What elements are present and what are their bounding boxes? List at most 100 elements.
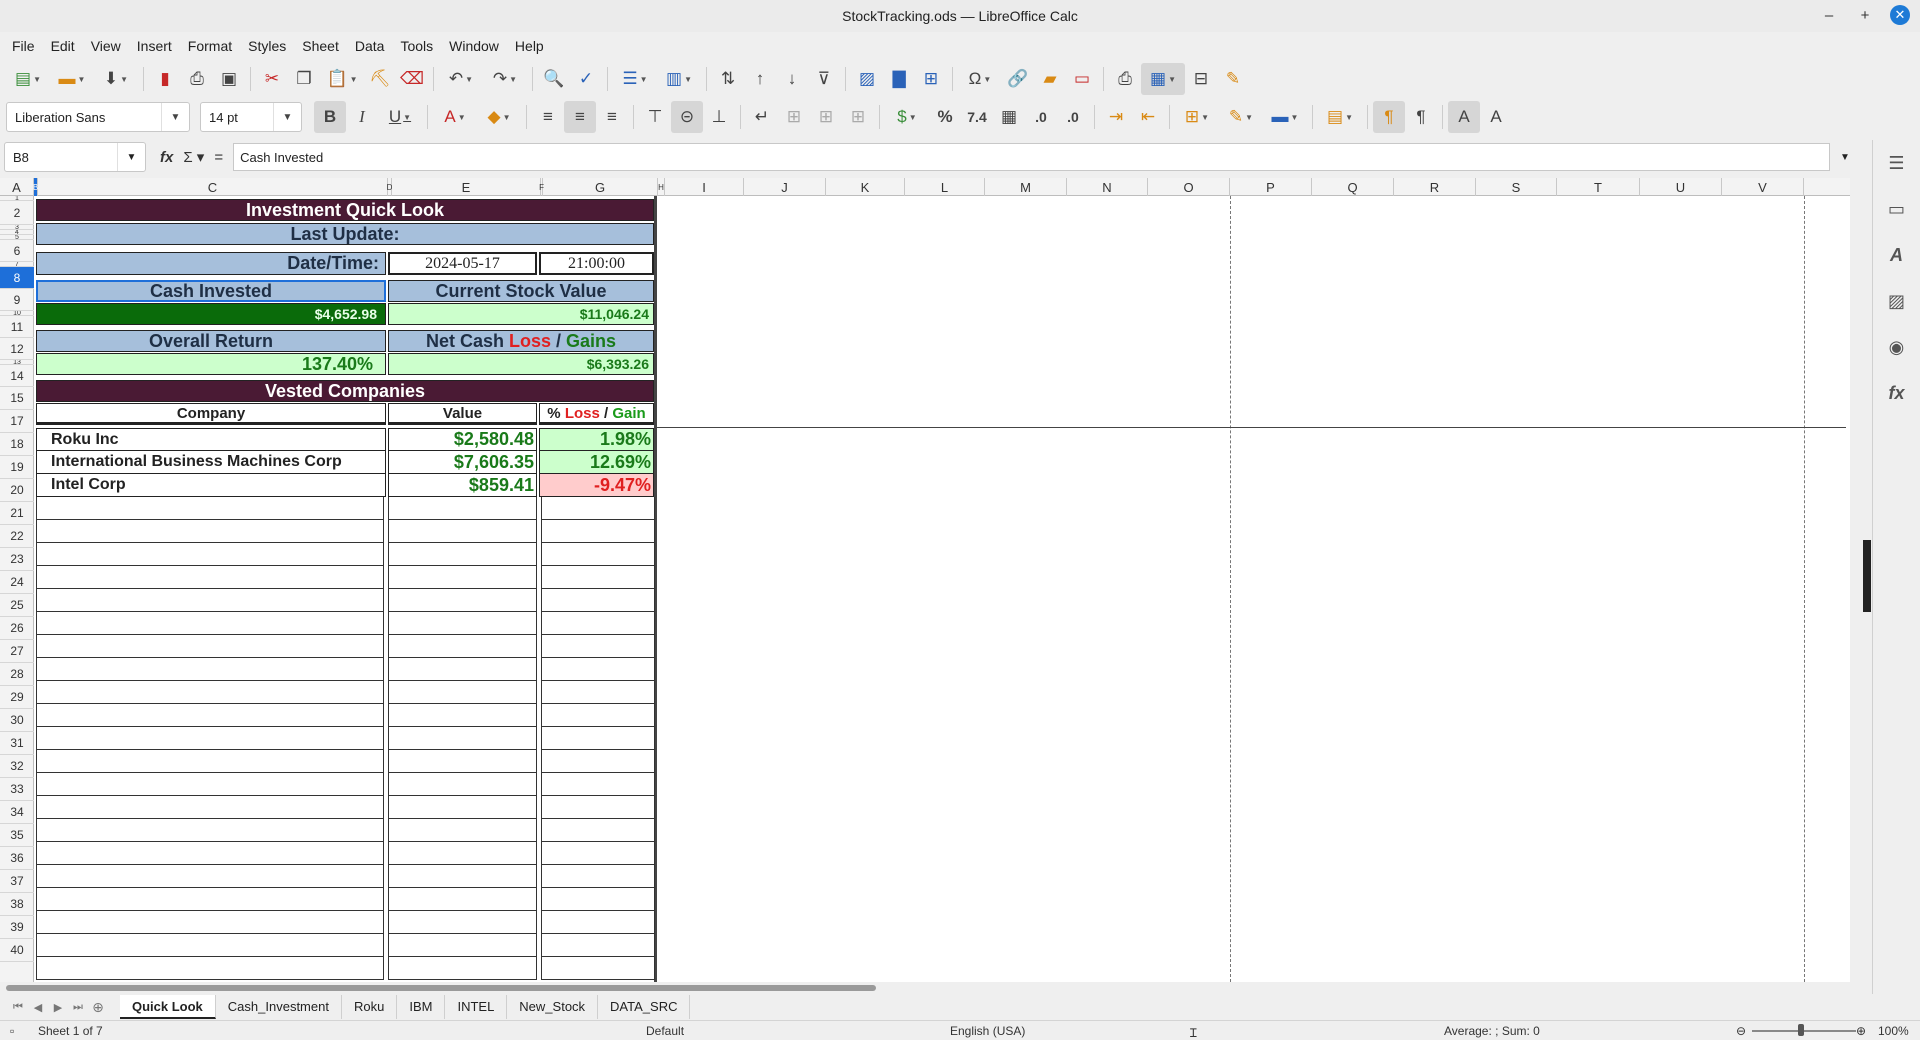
zoom-slider[interactable] — [1752, 1030, 1856, 1032]
selection-summary[interactable]: Average: ; Sum: 0 — [1444, 1024, 1540, 1038]
column-header-l[interactable]: L — [905, 178, 985, 196]
empty-table-row[interactable] — [36, 612, 656, 635]
menu-view[interactable]: View — [83, 32, 129, 60]
formula-icon[interactable]: = — [214, 149, 223, 166]
scrollbar-thumb[interactable] — [6, 985, 876, 991]
company-pct-cell[interactable]: 12.69% — [539, 451, 654, 474]
pct-column-header[interactable]: % Loss / Gain — [539, 403, 654, 425]
row-header-40[interactable]: 40 — [0, 939, 34, 962]
column-header-g[interactable]: G — [543, 178, 658, 196]
row-header-8[interactable]: 8 — [0, 267, 34, 289]
menu-data[interactable]: Data — [347, 32, 393, 60]
empty-table-row[interactable] — [36, 773, 656, 796]
column-header-r[interactable]: R — [1394, 178, 1476, 196]
row-header-14[interactable]: 14 — [0, 365, 34, 387]
current-value-label[interactable]: Current Stock Value — [388, 280, 654, 302]
company-pct-cell[interactable]: 1.98% — [539, 428, 654, 451]
row-header-22[interactable]: 22 — [0, 525, 34, 548]
chevron-down-icon[interactable]: ▼ — [117, 143, 145, 171]
formula-input[interactable]: Cash Invested — [233, 143, 1830, 171]
clear-formatting-icon[interactable]: ⌫ — [396, 63, 428, 95]
row-icon[interactable]: ☰ ▼ — [613, 63, 657, 95]
row-header-25[interactable]: 25 — [0, 594, 34, 617]
empty-table-row[interactable] — [36, 727, 656, 750]
right-to-left-icon[interactable]: ¶ — [1405, 101, 1437, 133]
row-header-26[interactable]: 26 — [0, 617, 34, 640]
undo-icon[interactable]: ↶ ▼ — [439, 63, 483, 95]
decrease-indent-icon[interactable]: ⇤ — [1132, 101, 1164, 133]
menu-help[interactable]: Help — [507, 32, 552, 60]
empty-table-row[interactable] — [36, 842, 656, 865]
empty-table-row[interactable] — [36, 934, 656, 957]
define-print-area-icon[interactable]: ⎙ — [1109, 63, 1141, 95]
empty-table-row[interactable] — [36, 957, 656, 980]
row-header-37[interactable]: 37 — [0, 870, 34, 893]
company-value-cell[interactable]: $859.41 — [388, 474, 537, 497]
date-cell[interactable]: 2024-05-17 — [388, 252, 537, 275]
column-header-k[interactable]: K — [826, 178, 905, 196]
increase-indent-icon[interactable]: ⇥ — [1100, 101, 1132, 133]
last-sheet-icon[interactable]: ⏭ — [68, 1001, 88, 1014]
sheet-tab-data-src[interactable]: DATA_SRC — [598, 995, 691, 1019]
chevron-down-icon[interactable]: ▼ — [273, 103, 301, 131]
comment-icon[interactable]: ▰ — [1034, 63, 1066, 95]
empty-table-row[interactable] — [36, 543, 656, 566]
column-header-q[interactable]: Q — [1312, 178, 1394, 196]
empty-table-row[interactable] — [36, 635, 656, 658]
empty-table-row[interactable] — [36, 681, 656, 704]
menu-file[interactable]: File — [4, 32, 43, 60]
expand-formula-bar-icon[interactable]: ▼ — [1830, 143, 1860, 171]
row-header-36[interactable]: 36 — [0, 847, 34, 870]
last-update-label[interactable]: Last Update: — [36, 223, 654, 245]
export-pdf-icon[interactable]: ▮ — [149, 63, 181, 95]
menu-styles[interactable]: Styles — [240, 32, 294, 60]
value-column-header[interactable]: Value — [388, 403, 537, 425]
empty-table-row[interactable] — [36, 865, 656, 888]
find-replace-icon[interactable]: 🔍 — [538, 63, 570, 95]
freeze-rows-columns-icon[interactable]: ▦ ▼ — [1141, 63, 1185, 95]
row-header-24[interactable]: 24 — [0, 571, 34, 594]
row-header-9[interactable]: 9 — [0, 289, 34, 311]
conditional-format-icon[interactable]: ▤ ▼ — [1318, 101, 1362, 133]
previous-sheet-icon[interactable]: ◀ — [28, 1001, 48, 1014]
sheet-tab-quick-look[interactable]: Quick Look — [120, 995, 216, 1019]
company-pct-cell[interactable]: -9.47% — [539, 474, 654, 497]
bold-icon[interactable]: B — [314, 101, 346, 133]
column-header-t[interactable]: T — [1557, 178, 1640, 196]
unmerge-cells-icon[interactable]: ⊞ — [842, 101, 874, 133]
wrap-text-icon[interactable]: ↵ — [746, 101, 778, 133]
cell-grid[interactable]: Investment Quick Look Last Update: Date/… — [34, 196, 1850, 982]
delete-decimal-icon[interactable]: .0 — [1057, 101, 1089, 133]
column-header-n[interactable]: N — [1067, 178, 1148, 196]
zoom-out-icon[interactable]: ⊖ — [1736, 1024, 1746, 1038]
net-cash-value[interactable]: $6,393.26 — [388, 353, 654, 375]
add-sheet-icon[interactable]: ⊕ — [88, 999, 108, 1016]
spelling-icon[interactable]: ✓ — [570, 63, 602, 95]
row-header-29[interactable]: 29 — [0, 686, 34, 709]
merge-center-icon[interactable]: ⊞ — [778, 101, 810, 133]
row-header-6[interactable]: 6 — [0, 240, 34, 262]
sort-icon[interactable]: ⇅ — [712, 63, 744, 95]
column-header-s[interactable]: S — [1476, 178, 1557, 196]
autofilter-icon[interactable]: ⊽ — [808, 63, 840, 95]
underline-icon[interactable]: U ▼ — [378, 101, 422, 133]
zoom-level[interactable]: 100% — [1878, 1024, 1909, 1038]
cash-invested-value[interactable]: $4,652.98 — [36, 303, 386, 325]
sidebar-collapse-handle[interactable] — [1863, 540, 1871, 612]
minimize-button[interactable]: – — [1818, 4, 1840, 26]
italic-icon[interactable]: I — [346, 101, 378, 133]
row-header-19[interactable]: 19 — [0, 456, 34, 479]
spreadsheet-area[interactable]: ABCDEFGHIJKLMNOPQRSTUV 1 2 3 4 5 6 7 8 9 10 11 12 13… — [0, 178, 1850, 982]
save-icon[interactable]: ⬇ ▼ — [94, 63, 138, 95]
border-style-icon[interactable]: ✎ ▼ — [1219, 101, 1263, 133]
hyperlink-icon[interactable]: 🔗 — [1002, 63, 1034, 95]
column-header-h[interactable]: H — [658, 178, 665, 196]
new-document-icon[interactable]: ▤ ▼ — [6, 63, 50, 95]
zoom-in-icon[interactable]: ⊕ — [1856, 1024, 1866, 1038]
styles-icon[interactable]: A — [1882, 240, 1912, 270]
align-right-icon[interactable]: ≡ — [596, 101, 628, 133]
company-name-cell[interactable]: Intel Corp — [36, 474, 386, 497]
date-format-icon[interactable]: ▦ — [993, 101, 1025, 133]
language-indicator[interactable]: English (USA) — [950, 1024, 1025, 1038]
next-sheet-icon[interactable]: ▶ — [48, 1001, 68, 1014]
